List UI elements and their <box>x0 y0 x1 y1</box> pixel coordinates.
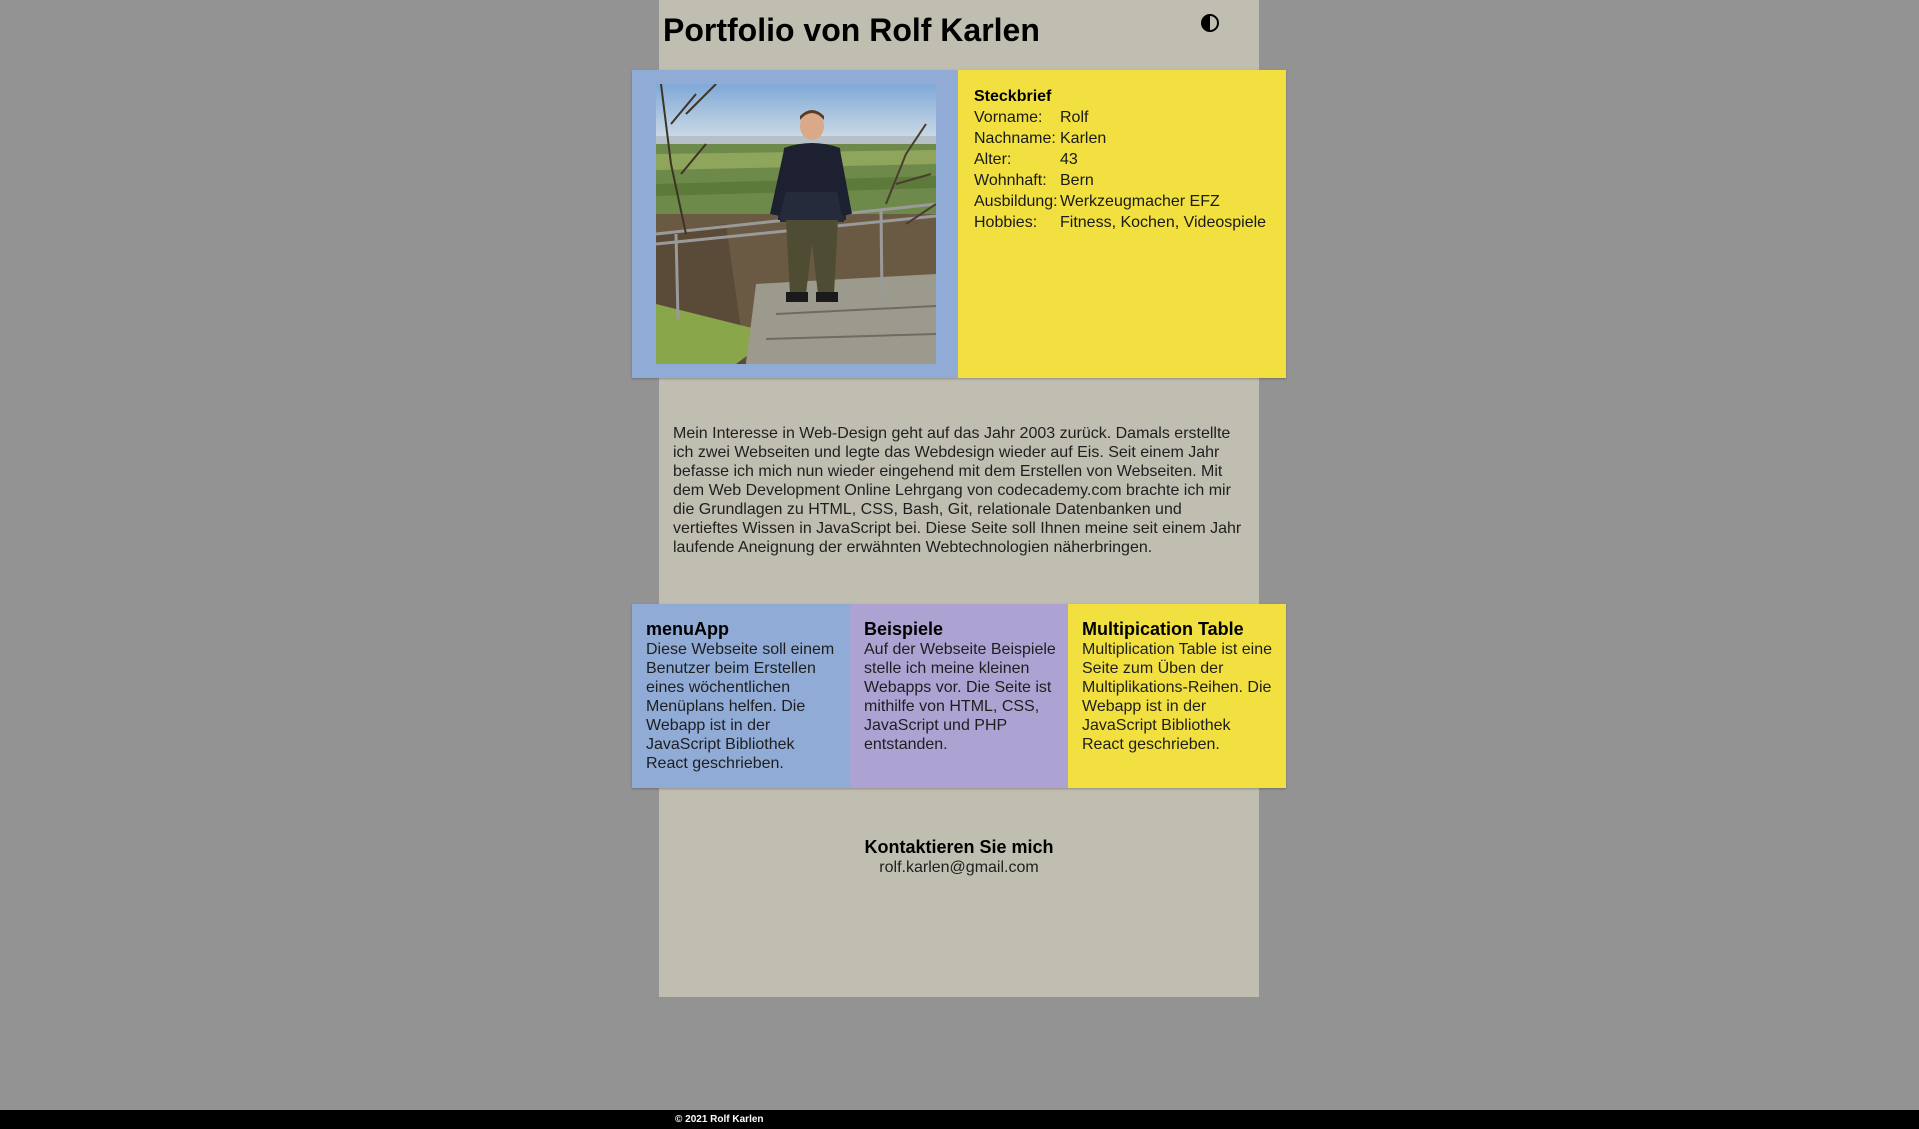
steckbrief-value: Rolf <box>1060 109 1089 126</box>
steckbrief-label: Ausbildung: <box>974 193 1058 210</box>
steckbrief-row: Ausbildung: Werkzeugmacher EFZ <box>974 191 1266 212</box>
project-description: Multiplication Table ist eine Seite zum … <box>1082 641 1273 753</box>
steckbrief-value: Werkzeugmacher EFZ <box>1060 193 1220 210</box>
steckbrief-value: Fitness, Kochen, Videospiele <box>1060 214 1267 231</box>
profile-section: Steckbrief Vorname: Rolf Nachname: Karle… <box>632 70 1286 378</box>
steckbrief-label: Wohnhaft: <box>974 172 1047 189</box>
project-card-beispiele[interactable]: Beispiele Auf der Webseite Beispiele ste… <box>850 604 1068 788</box>
contrast-icon[interactable] <box>1200 13 1220 33</box>
steckbrief-row: Nachname: Karlen <box>974 128 1266 149</box>
contact-section: Kontaktieren Sie mich rolf.karlen@gmail.… <box>659 836 1259 878</box>
steckbrief-table: Vorname: Rolf Nachname: Karlen Alter: 43… <box>974 107 1266 233</box>
steckbrief-value: 43 <box>1060 151 1078 168</box>
footer: © 2021 Rolf Karlen <box>0 1110 1919 1129</box>
steckbrief-label: Hobbies: <box>974 214 1038 231</box>
projects-section: menuApp Diese Webseite soll einem Benutz… <box>632 604 1286 788</box>
steckbrief-panel: Steckbrief Vorname: Rolf Nachname: Karle… <box>958 70 1286 378</box>
steckbrief-row: Wohnhaft: Bern <box>974 170 1266 191</box>
steckbrief-title: Steckbrief <box>974 88 1052 105</box>
steckbrief-label: Vorname: <box>974 109 1043 126</box>
project-card-menuapp[interactable]: menuApp Diese Webseite soll einem Benutz… <box>632 604 850 788</box>
project-card-multiplication-table[interactable]: Multipication Table Multiplication Table… <box>1068 604 1286 788</box>
photo-panel <box>632 70 958 378</box>
steckbrief-row: Alter: 43 <box>974 149 1266 170</box>
profile-photo <box>656 84 936 364</box>
project-description: Diese Webseite soll einem Benutzer beim … <box>646 641 835 772</box>
contact-title: Kontaktieren Sie mich <box>864 837 1054 857</box>
steckbrief-value: Bern <box>1060 172 1094 189</box>
project-description: Auf der Webseite Beispiele stelle ich me… <box>864 641 1056 753</box>
project-title: menuApp <box>646 619 729 639</box>
steckbrief-value: Karlen <box>1060 130 1107 147</box>
contact-email-link[interactable]: rolf.karlen@gmail.com <box>879 858 1038 878</box>
steckbrief-label: Nachname: <box>974 130 1056 147</box>
project-title: Multipication Table <box>1082 619 1244 639</box>
page-title: Portfolio von Rolf Karlen <box>663 12 1040 48</box>
steckbrief-label: Alter: <box>974 151 1012 168</box>
copyright-text: © 2021 Rolf Karlen <box>675 1114 764 1125</box>
steckbrief-row: Hobbies: Fitness, Kochen, Videospiele <box>974 212 1266 233</box>
project-title: Beispiele <box>864 619 944 639</box>
steckbrief-row: Vorname: Rolf <box>974 107 1266 128</box>
intro-text: Mein Interesse in Web-Design geht auf da… <box>673 425 1242 556</box>
